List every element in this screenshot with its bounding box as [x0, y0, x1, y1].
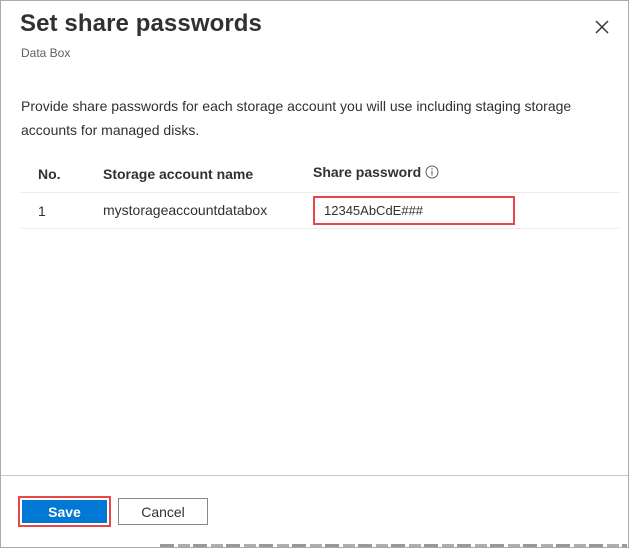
cancel-button[interactable]: Cancel [118, 498, 208, 525]
background-edge [160, 544, 627, 547]
column-header-no: No. [38, 166, 61, 182]
info-icon[interactable] [425, 165, 439, 179]
dialog-footer: Save Cancel [1, 475, 628, 547]
share-password-table: No. Storage account name Share password … [21, 157, 619, 229]
table-row: 1 mystorageaccountdatabox [21, 193, 619, 229]
column-header-storage-account-name: Storage account name [103, 166, 254, 182]
row-number: 1 [38, 203, 46, 219]
page-subtitle: Data Box [21, 46, 71, 60]
save-button[interactable]: Save [22, 500, 107, 523]
share-password-input[interactable] [313, 196, 515, 225]
storage-account-name: mystorageaccountdatabox [103, 202, 268, 218]
description-text: Provide share passwords for each storage… [21, 98, 572, 138]
close-icon [595, 20, 609, 34]
table-header: No. Storage account name Share password [21, 157, 619, 193]
set-share-passwords-panel: Set share passwords Data Box Provide sha… [0, 0, 629, 548]
save-button-highlight: Save [18, 496, 111, 527]
page-title: Set share passwords [20, 10, 263, 37]
close-button[interactable] [591, 16, 613, 38]
column-header-share-password: Share password [313, 164, 422, 180]
